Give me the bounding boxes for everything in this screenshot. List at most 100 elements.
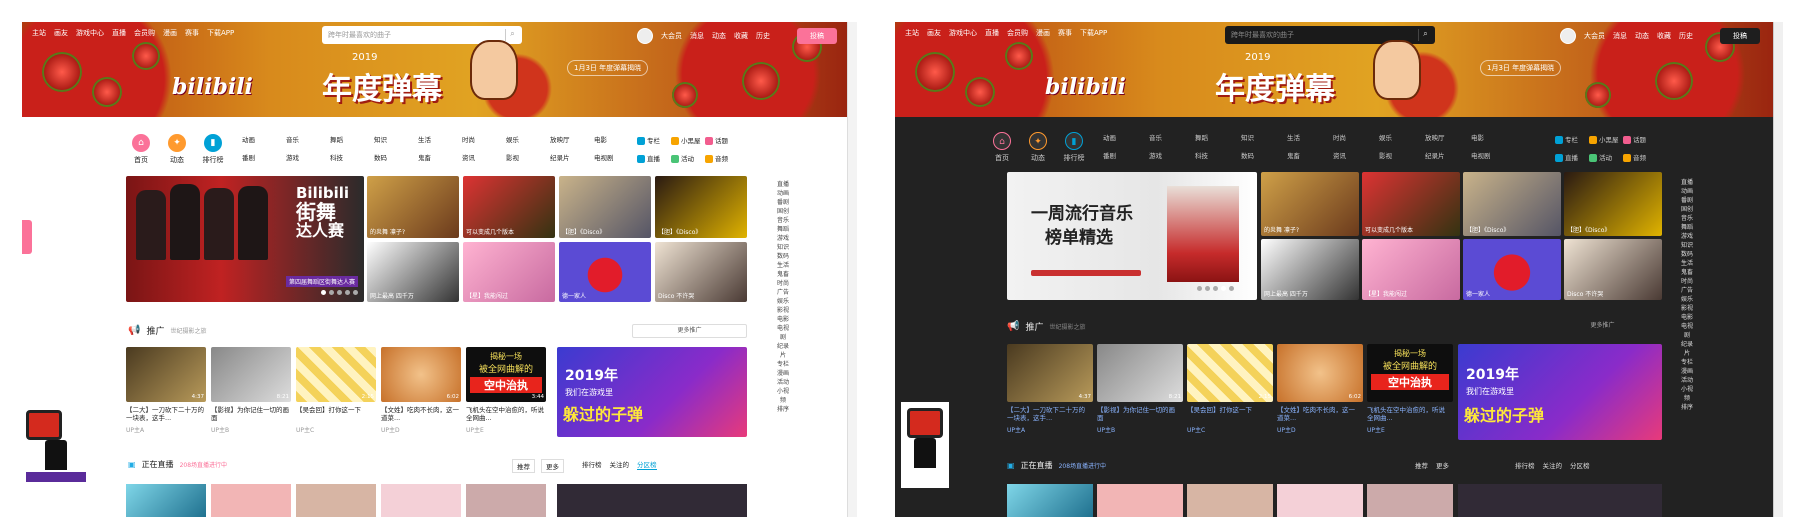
thumb-2[interactable]: 可以变成几个版本 bbox=[463, 176, 555, 238]
thumb-6[interactable]: 【星】我能闯过 bbox=[1362, 239, 1460, 300]
nav-item[interactable]: 漫画 bbox=[163, 28, 177, 38]
user-link[interactable]: 历史 bbox=[756, 31, 770, 41]
tv-mascot[interactable] bbox=[26, 410, 86, 482]
subcat[interactable]: 科技 bbox=[330, 152, 370, 162]
subcat[interactable]: 放映厅 bbox=[550, 134, 590, 144]
thumb-2[interactable]: 可以变成几个版本 bbox=[1362, 172, 1460, 236]
subcat[interactable]: 纪录片 bbox=[550, 152, 590, 162]
video-card[interactable]: 揭秘一场 被全网曲解的 空中治执 3:44 飞机头在空中治愈的，听说全网曲...… bbox=[466, 347, 546, 434]
carousel-dots[interactable] bbox=[321, 290, 358, 295]
thumb-5[interactable]: 网上最高 四千万 bbox=[367, 242, 459, 302]
live-thumb[interactable] bbox=[557, 484, 747, 517]
subcat[interactable]: 生活 bbox=[418, 134, 458, 144]
video-card[interactable]: 2:15 【吴会回】打你这一下 UP主C bbox=[1187, 344, 1273, 434]
video-card[interactable]: 6:02 【文姓】吃肉不长肉，这一道菜... UP主D bbox=[1277, 344, 1363, 434]
thumb-4[interactable]: 【胆】《Disco》 bbox=[1564, 172, 1662, 236]
user-link[interactable]: 大会员 bbox=[661, 31, 682, 41]
upload-button-dark[interactable]: 投稿 bbox=[1720, 28, 1760, 44]
subcat[interactable]: 知识 bbox=[374, 134, 414, 144]
subcat[interactable]: 时尚 bbox=[462, 134, 502, 144]
thumb-3[interactable]: 【胆】《Disco》 bbox=[1463, 172, 1561, 236]
search-icon[interactable]: ⌕ bbox=[1418, 29, 1432, 41]
carousel-dots[interactable] bbox=[1197, 286, 1234, 291]
carousel-slide-dark[interactable]: 一周流行音乐 榜单精选 bbox=[1007, 172, 1257, 300]
video-card[interactable]: 8:21 【影视】为你记住一切的画面 UP主B bbox=[211, 347, 291, 434]
live-link[interactable]: 208场直播进行中 bbox=[180, 460, 227, 469]
subcat[interactable]: 番剧 bbox=[242, 152, 282, 162]
user-link[interactable]: 消息 bbox=[690, 31, 704, 41]
live-thumb[interactable] bbox=[1187, 484, 1273, 517]
cat-rank[interactable]: ▮ 排行榜 bbox=[198, 134, 228, 165]
live-thumb[interactable] bbox=[126, 484, 206, 517]
live-thumb[interactable] bbox=[296, 484, 376, 517]
subcat[interactable]: 舞蹈 bbox=[330, 134, 370, 144]
thumb-5[interactable]: 网上最高 四千万 bbox=[1261, 239, 1359, 300]
user-link[interactable]: 动态 bbox=[712, 31, 726, 41]
thumb-1[interactable]: 的炎舞 凛子? bbox=[367, 176, 459, 238]
live-thumb[interactable] bbox=[1097, 484, 1183, 517]
thumb-8[interactable]: Disco 不许哭 bbox=[1564, 239, 1662, 300]
bilibili-logo[interactable]: bilibili bbox=[1045, 74, 1126, 100]
video-card[interactable]: 4:37 【二大】一刀砍下二十万的一块表，这手... UP主A bbox=[1007, 344, 1093, 434]
video-card[interactable]: 2:15 【吴会回】打你这一下 UP主C bbox=[296, 347, 376, 434]
live-thumb[interactable] bbox=[1458, 484, 1662, 517]
subcat[interactable]: 鬼畜 bbox=[418, 152, 458, 162]
nav-item[interactable]: 画友 bbox=[54, 28, 68, 38]
avatar[interactable] bbox=[637, 28, 653, 44]
video-card[interactable]: 6:02 【文姓】吃肉不长肉，这一道菜... UP主D bbox=[381, 347, 461, 434]
live-thumb[interactable] bbox=[1277, 484, 1363, 517]
upload-button[interactable]: 投稿 bbox=[797, 28, 837, 44]
more-promo-button[interactable]: 更多推广 bbox=[632, 324, 747, 338]
thumb-4[interactable]: 【胆】《Disco》 bbox=[655, 176, 747, 238]
thumb-7[interactable]: 德一家人 bbox=[559, 242, 651, 302]
bilibili-logo[interactable]: bilibili bbox=[172, 74, 253, 100]
nav-item[interactable]: 下载APP bbox=[207, 28, 234, 38]
subcat[interactable]: 娱乐 bbox=[506, 134, 546, 144]
side-link[interactable]: 音频 bbox=[705, 153, 739, 163]
thumb-7[interactable]: 德一家人 bbox=[1463, 239, 1561, 300]
user-link[interactable]: 收藏 bbox=[734, 31, 748, 41]
live-thumb[interactable] bbox=[466, 484, 546, 517]
subcat[interactable]: 游戏 bbox=[286, 152, 326, 162]
video-card[interactable]: 揭秘一场 被全网曲解的 空中治执 飞机头在空中治愈的，听说全网曲... UP主E bbox=[1367, 344, 1453, 434]
ad-banner-dark[interactable]: 2019年 我们在游戏里 躲过的子弹 bbox=[1458, 344, 1662, 440]
subcat[interactable]: 音乐 bbox=[286, 134, 326, 144]
side-link[interactable]: 直播 bbox=[637, 153, 671, 163]
side-link[interactable]: 专栏 bbox=[637, 135, 671, 145]
tv-mascot[interactable] bbox=[901, 402, 949, 488]
subcat[interactable]: 资讯 bbox=[462, 152, 502, 162]
side-link[interactable]: 话题 bbox=[705, 135, 739, 145]
ad-banner[interactable]: 2019年 我们在游戏里 躲过的子弹 bbox=[557, 347, 747, 437]
promo-link[interactable]: 世纪摄影之旅 bbox=[170, 326, 206, 335]
subcat[interactable]: 数码 bbox=[374, 152, 414, 162]
side-link[interactable]: 小黑屋 bbox=[671, 135, 705, 145]
nav-item[interactable]: 会员购 bbox=[134, 28, 155, 38]
side-link[interactable]: 活动 bbox=[671, 153, 705, 163]
avatar[interactable] bbox=[1560, 28, 1576, 44]
nav-item[interactable]: 直播 bbox=[112, 28, 126, 38]
thumb-3[interactable]: 【胆】《Disco》 bbox=[559, 176, 651, 238]
subcat[interactable]: 电影 bbox=[594, 134, 634, 144]
live-thumb[interactable] bbox=[1367, 484, 1453, 517]
thumb-8[interactable]: Disco 不许哭 bbox=[655, 242, 747, 302]
cat-home[interactable]: ⌂ 首页 bbox=[126, 134, 156, 165]
nav-item[interactable]: 主站 bbox=[32, 28, 46, 38]
thumb-1[interactable]: 的炎舞 凛子? bbox=[1261, 172, 1359, 236]
more-promo-button[interactable]: 更多推广 bbox=[1545, 320, 1660, 334]
live-thumb[interactable] bbox=[381, 484, 461, 517]
nav-item[interactable]: 游戏中心 bbox=[76, 28, 104, 38]
subcat[interactable]: 动画 bbox=[242, 134, 282, 144]
subcat[interactable]: 影视 bbox=[506, 152, 546, 162]
live-thumb[interactable] bbox=[1007, 484, 1093, 517]
scrollbar-right[interactable] bbox=[1773, 22, 1783, 517]
subcat[interactable]: 电视剧 bbox=[594, 152, 634, 162]
carousel-slide[interactable]: Bilibili 街舞 达人赛 第四届舞蹈区街舞达人赛 bbox=[126, 176, 364, 302]
scrollbar-left[interactable] bbox=[847, 22, 857, 517]
cat-dynamic[interactable]: ✦ 动态 bbox=[162, 134, 192, 165]
video-card[interactable]: 4:37 【二大】一刀砍下二十万的一块表，这手... UP主A bbox=[126, 347, 206, 434]
nav-item[interactable]: 赛事 bbox=[185, 28, 199, 38]
live-thumb[interactable] bbox=[211, 484, 291, 517]
video-card[interactable]: 8:21 【影视】为你记住一切的画面 UP主B bbox=[1097, 344, 1183, 434]
search-icon[interactable]: ⌕ bbox=[505, 29, 519, 41]
feedback-tab[interactable] bbox=[22, 220, 32, 254]
